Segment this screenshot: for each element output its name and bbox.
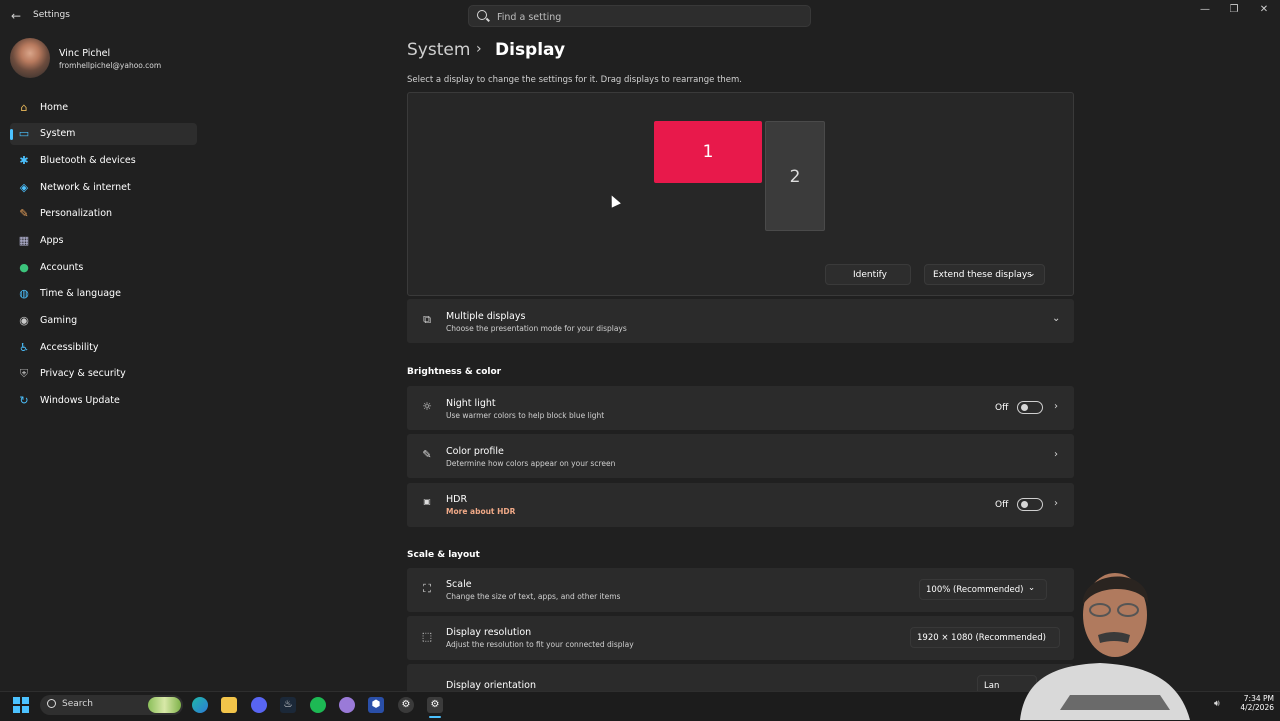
- sidebar-item-system[interactable]: ▭ System: [10, 123, 197, 145]
- close-icon[interactable]: ✕: [1254, 4, 1274, 18]
- display-resolution-row[interactable]: ⬚ Display resolution Adjust the resoluti…: [407, 616, 1074, 660]
- display-orientation-row[interactable]: Display orientation Lan: [407, 664, 1074, 696]
- home-icon: ⌂: [20, 101, 28, 114]
- monitor-1-label: 1: [702, 142, 714, 162]
- chevron-down-icon: ⌄: [1052, 313, 1061, 324]
- search-icon: [47, 699, 56, 708]
- monitor-1[interactable]: 1: [654, 121, 762, 183]
- app2-icon[interactable]: ⬢: [368, 697, 384, 713]
- section-scale-layout: Scale & layout: [407, 550, 480, 560]
- night-light-toggle[interactable]: [1017, 401, 1043, 414]
- wifi-icon: ◈: [19, 181, 29, 194]
- sidebar-item-personalization[interactable]: ✎ Personalization: [10, 203, 197, 225]
- brush-icon: ✎: [19, 207, 29, 220]
- selection-indicator: [10, 129, 13, 140]
- app3-icon[interactable]: ⚙: [398, 697, 414, 713]
- taskbar-clock[interactable]: 7:34 PM 4/2/2026: [1232, 694, 1274, 712]
- settings-icon[interactable]: ⚙: [427, 697, 443, 713]
- night-light-row[interactable]: ☼ Night light Use warmer colors to help …: [407, 386, 1074, 430]
- monitor-2-label: 2: [789, 167, 801, 187]
- discord-icon[interactable]: [251, 697, 267, 713]
- spotify-icon[interactable]: [310, 697, 326, 713]
- multiple-displays-row[interactable]: ⧉ Multiple displays Choose the presentat…: [407, 299, 1074, 343]
- volume-icon[interactable]: 🔊︎: [1214, 699, 1220, 709]
- sidebar-item-accounts[interactable]: ● Accounts: [10, 257, 197, 279]
- multiple-displays-icon: ⧉: [423, 313, 431, 326]
- bluetooth-icon: ✱: [19, 154, 29, 167]
- color-profile-row[interactable]: ✎ Color profile Determine how colors app…: [407, 434, 1074, 478]
- shield-icon: ⛨: [19, 367, 29, 380]
- scale-row[interactable]: ⛶ Scale Change the size of text, apps, a…: [407, 568, 1074, 612]
- sidebar-item-network[interactable]: ◈ Network & internet: [10, 177, 197, 199]
- breadcrumb-separator: ›: [476, 41, 482, 57]
- display-hint: Select a display to change the settings …: [407, 75, 743, 85]
- sidebar-item-time-language[interactable]: ◍ Time & language: [10, 283, 197, 305]
- user-name: Vinc Pichel: [59, 48, 111, 59]
- app-title: Settings: [33, 10, 70, 20]
- sidebar-item-windows-update[interactable]: ↻ Windows Update: [10, 390, 197, 412]
- gamepad-icon: ◉: [19, 314, 29, 327]
- section-brightness-color: Brightness & color: [407, 367, 502, 377]
- back-arrow-icon[interactable]: ←: [8, 8, 24, 24]
- sidebar-item-privacy[interactable]: ⛨ Privacy & security: [10, 363, 197, 385]
- monitor-2[interactable]: 2: [765, 121, 825, 231]
- update-icon: ↻: [19, 394, 29, 407]
- search-input[interactable]: [495, 9, 799, 25]
- minimize-icon[interactable]: —: [1195, 4, 1215, 18]
- chevron-right-icon: ›: [1054, 401, 1058, 412]
- page-title: Display: [495, 40, 566, 60]
- apps-icon: ▦: [18, 234, 30, 247]
- search-box[interactable]: [468, 5, 811, 27]
- accounts-icon: ●: [19, 261, 29, 274]
- identify-button[interactable]: Identify: [825, 264, 911, 285]
- webcam-overlay: [1020, 573, 1190, 720]
- hdr-icon: ▣: [423, 497, 431, 506]
- more-about-hdr-link[interactable]: More about HDR: [446, 507, 515, 516]
- sidebar-item-gaming[interactable]: ◉ Gaming: [10, 310, 197, 332]
- edge-icon[interactable]: [192, 697, 208, 713]
- globe-icon: ◍: [19, 287, 29, 300]
- breadcrumb-system[interactable]: System: [407, 40, 470, 60]
- file-explorer-icon[interactable]: [221, 697, 237, 713]
- hdr-row[interactable]: ▣ HDR More about HDR Off ›: [407, 483, 1074, 527]
- active-app-indicator: [429, 716, 441, 718]
- system-icon: ▭: [18, 127, 30, 140]
- resolution-icon: ⬚: [421, 630, 433, 643]
- sidebar-item-apps[interactable]: ▦ Apps: [10, 230, 197, 252]
- accessibility-icon: ♿: [19, 341, 29, 354]
- color-pen-icon: ✎: [422, 448, 432, 461]
- chevron-right-icon: ›: [1054, 498, 1058, 509]
- sidebar-item-home[interactable]: ⌂ Home: [10, 97, 197, 119]
- avatar[interactable]: [10, 38, 50, 78]
- hdr-state: Off: [995, 500, 1009, 510]
- hdr-toggle[interactable]: [1017, 498, 1043, 511]
- app-icon[interactable]: [339, 697, 355, 713]
- chevron-down-icon: ⌄: [1028, 269, 1036, 279]
- search-highlight-image: [148, 697, 181, 713]
- extend-displays-dropdown[interactable]: Extend these displays ⌄: [924, 264, 1045, 285]
- night-light-state: Off: [995, 403, 1009, 413]
- windows-start-icon[interactable]: [13, 697, 29, 713]
- taskbar-search[interactable]: Search: [40, 695, 183, 715]
- restore-icon[interactable]: ❐: [1224, 4, 1244, 18]
- chevron-right-icon: ›: [1054, 449, 1058, 460]
- scale-icon: ⛶: [423, 582, 431, 595]
- search-icon: [477, 10, 487, 20]
- user-email: fromhellpichel@yahoo.com: [59, 61, 162, 70]
- sidebar-item-bluetooth[interactable]: ✱ Bluetooth & devices: [10, 150, 197, 172]
- steam-icon[interactable]: ♨: [280, 697, 296, 713]
- sun-icon: ☼: [422, 400, 432, 413]
- sidebar-item-accessibility[interactable]: ♿ Accessibility: [10, 337, 197, 359]
